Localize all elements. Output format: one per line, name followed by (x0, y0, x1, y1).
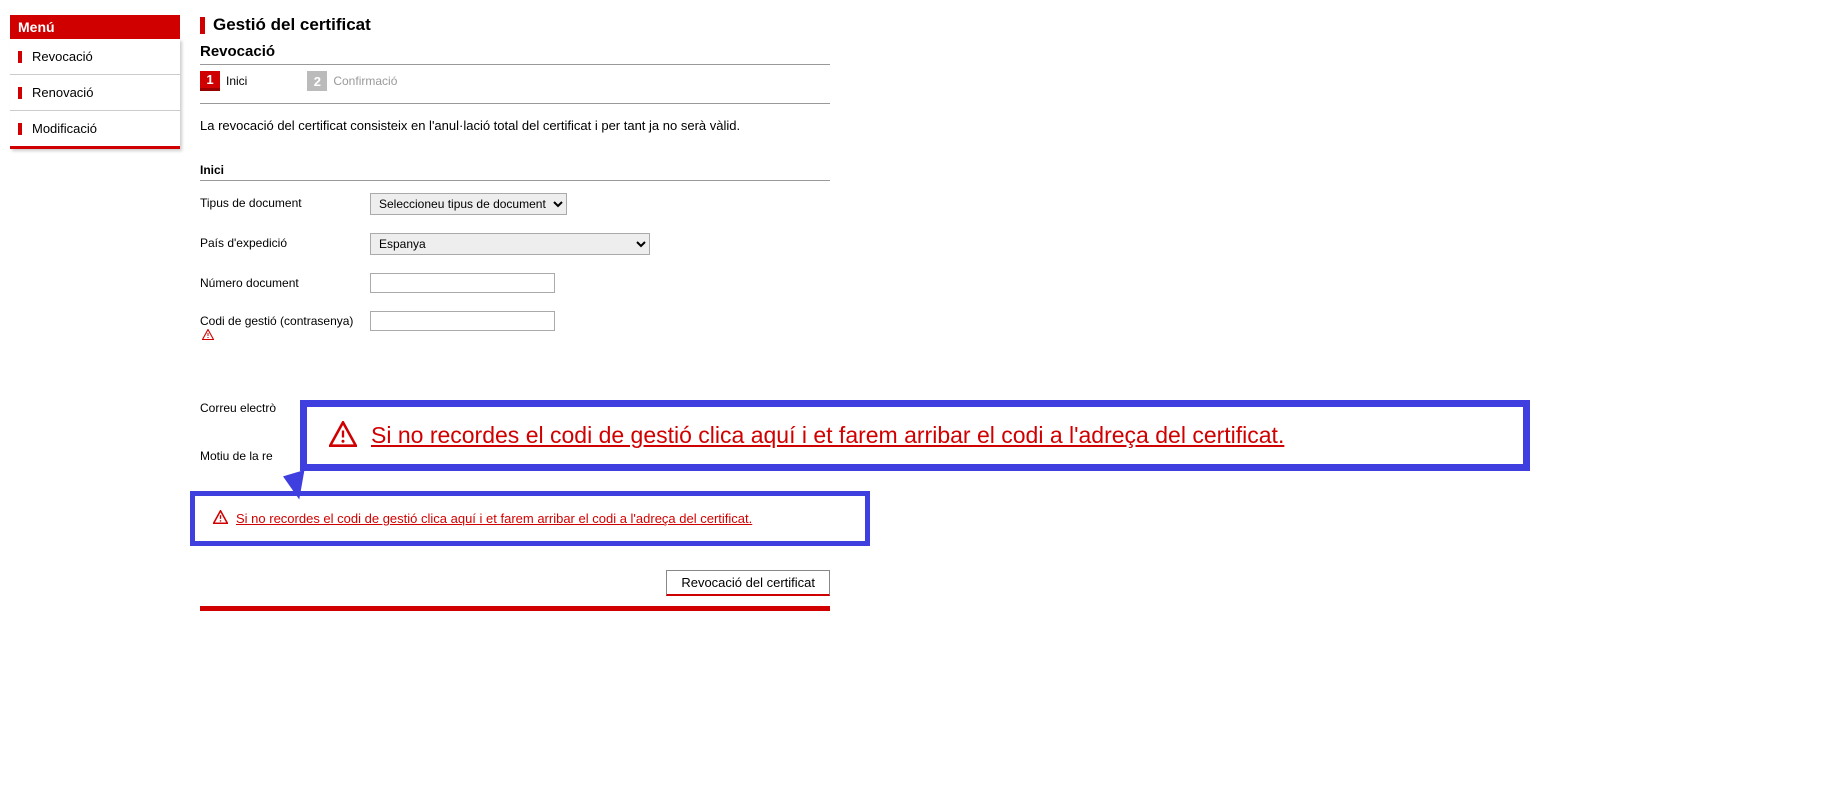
forgot-code-callout-small: Si no recordes el codi de gestió clica a… (190, 491, 870, 546)
doc-number-label: Número document (200, 273, 370, 290)
warning-icon (213, 510, 228, 527)
revoke-button[interactable]: Revocació del certificat (666, 570, 830, 596)
step-number: 1 (200, 71, 220, 91)
title-marker-icon (200, 17, 205, 34)
menu-header: Menú (10, 15, 180, 39)
mgmt-code-input[interactable] (370, 311, 555, 331)
step-label: Inici (226, 74, 247, 88)
doc-type-select[interactable]: Seleccioneu tipus de document (370, 193, 567, 215)
submit-area: Revocació del certificat (200, 570, 830, 596)
description-text: La revocació del certificat consisteix e… (200, 118, 830, 133)
menu-marker-icon (18, 123, 22, 135)
mgmt-code-label: Codi de gestió (contrasenya) (200, 311, 370, 343)
step-1: 1 Inici (200, 71, 247, 91)
menu-marker-icon (18, 87, 22, 99)
menu-item-revocacio[interactable]: Revocació (10, 39, 180, 75)
step-label: Confirmació (333, 74, 397, 88)
menu-marker-icon (18, 51, 22, 63)
main-content: Gestió del certificat Revocació 1 Inici … (200, 15, 830, 611)
sidebar: Menú Revocació Renovació Modificació (10, 15, 180, 611)
doc-type-label: Tipus de document (200, 193, 370, 210)
country-label: País d'expedició (200, 233, 370, 250)
warning-icon (329, 421, 357, 450)
page-subtitle: Revocació (200, 43, 830, 65)
menu-item-label: Renovació (32, 85, 93, 100)
page-title: Gestió del certificat (200, 15, 830, 35)
form-section-title: Inici (200, 163, 830, 181)
doc-number-input[interactable] (370, 273, 555, 293)
forgot-code-callout-big: Si no recordes el codi de gestió clica a… (300, 400, 1530, 471)
menu-item-renovacio[interactable]: Renovació (10, 75, 180, 111)
forgot-code-link-big[interactable]: Si no recordes el codi de gestió clica a… (371, 422, 1284, 449)
step-number: 2 (307, 71, 327, 91)
page-title-text: Gestió del certificat (213, 15, 371, 35)
forgot-code-link[interactable]: Si no recordes el codi de gestió clica a… (236, 511, 752, 526)
country-select[interactable]: Espanya (370, 233, 650, 255)
step-2: 2 Confirmació (307, 71, 397, 91)
step-indicator: 1 Inici 2 Confirmació (200, 71, 830, 104)
footer-bar (200, 606, 830, 611)
menu-item-label: Revocació (32, 49, 93, 64)
menu-item-label: Modificació (32, 121, 97, 136)
warning-icon (202, 329, 214, 343)
menu-item-modificacio[interactable]: Modificació (10, 111, 180, 146)
